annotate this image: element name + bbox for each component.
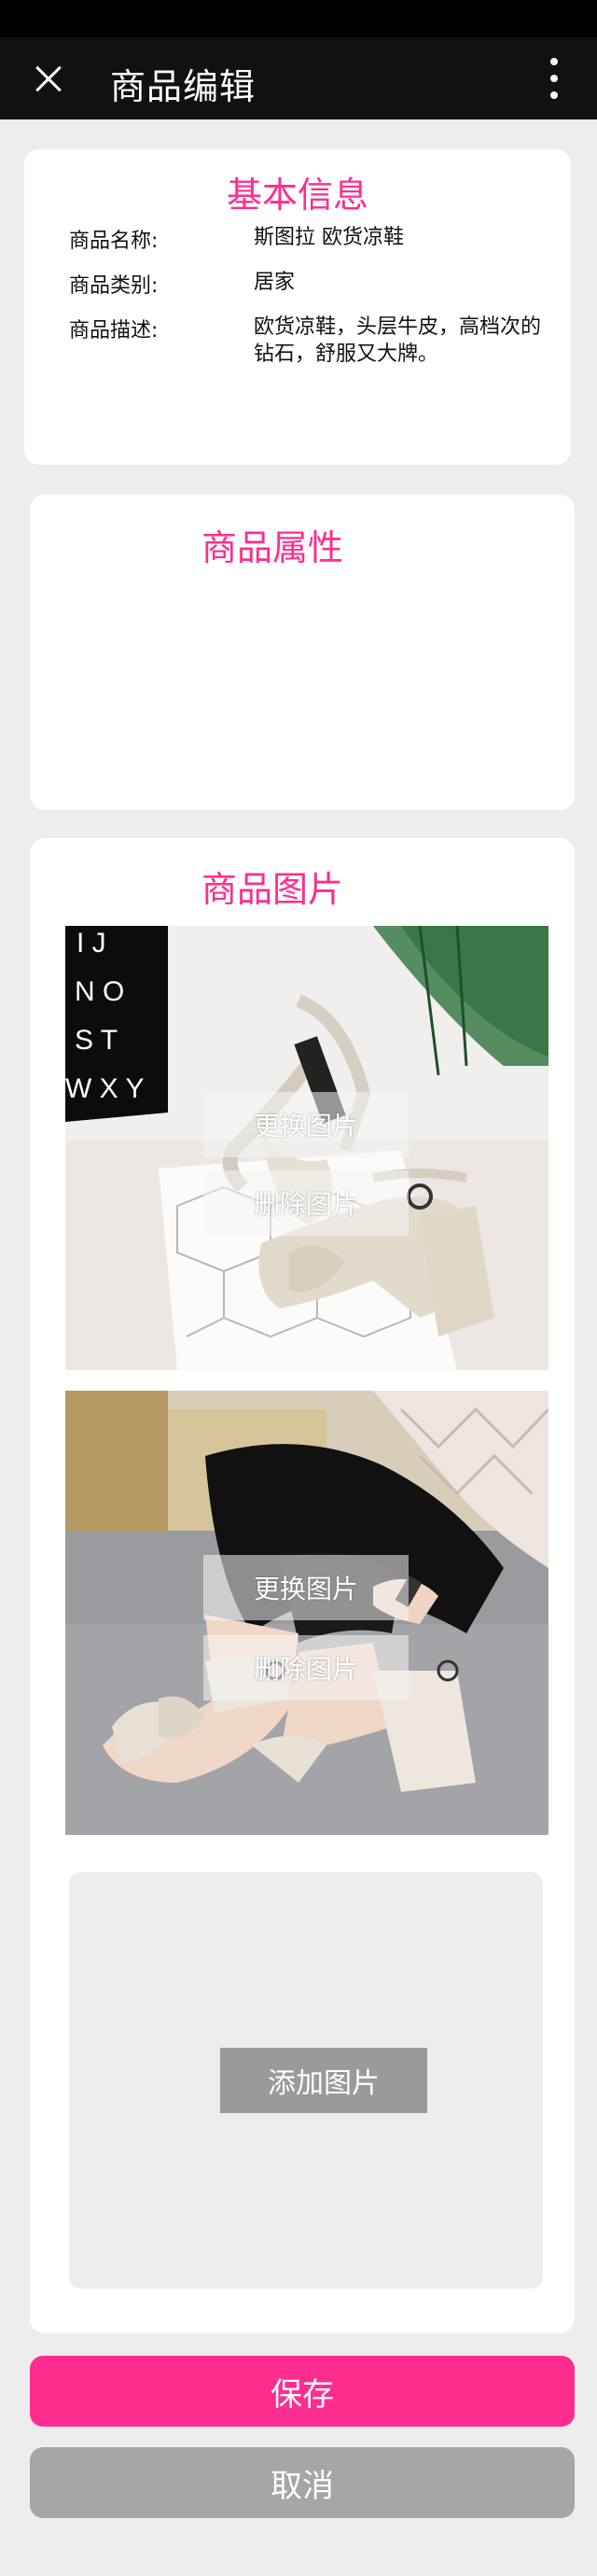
save-button[interactable]: 保存: [30, 2356, 575, 2427]
images-title: 商品图片: [201, 869, 343, 910]
replace-image-button-2[interactable]: 更换图片: [203, 1555, 409, 1620]
cancel-button[interactable]: 取消: [30, 2447, 575, 2518]
info-value: 欧货凉鞋，头层牛皮，高档次的钻石，舒服又大牌。: [254, 315, 542, 366]
page-title: 商品编辑: [110, 66, 257, 107]
svg-text:N O: N O: [75, 976, 124, 1007]
delete-image-button-2[interactable]: 删除图片: [203, 1635, 409, 1701]
product-photo-1: I J N O S T W X Y 更换图片 删除图片: [65, 926, 548, 1370]
delete-image-button-1[interactable]: 删除图片: [203, 1170, 409, 1236]
more-vertical-icon[interactable]: [541, 56, 567, 101]
more-dot: [550, 75, 558, 82]
info-label: 商品类别:: [69, 274, 159, 298]
info-label: 商品名称:: [69, 230, 159, 253]
attributes-title: 商品属性: [201, 527, 343, 568]
more-dot: [550, 58, 558, 65]
attributes-card: 商品属性: [30, 495, 575, 810]
info-value: 斯图拉 欧货凉鞋: [254, 226, 404, 249]
info-row-category: 商品类别: 居家: [69, 269, 552, 298]
images-card: 商品图片 I J N O S T W X Y 更换图片 删除图片 更换图片 删除…: [30, 838, 575, 2333]
info-row-name: 商品名称: 斯图拉 欧货凉鞋: [69, 224, 552, 253]
info-value: 居家: [254, 271, 296, 294]
info-label: 商品描述:: [69, 319, 159, 343]
add-image-button[interactable]: 添加图片: [220, 2048, 427, 2113]
svg-text:S T: S T: [75, 1025, 118, 1056]
close-icon[interactable]: [30, 60, 67, 97]
basic-info-card: 基本信息 商品名称: 斯图拉 欧货凉鞋 商品类别: 居家 商品描述: 欧货凉鞋，…: [24, 149, 571, 465]
add-image-zone[interactable]: 添加图片: [69, 1872, 543, 2289]
status-bar: [0, 0, 597, 37]
info-row-description: 商品描述: 欧货凉鞋，头层牛皮，高档次的钻石，舒服又大牌。: [69, 314, 552, 379]
product-photo-2: 更换图片 删除图片: [65, 1391, 548, 1835]
svg-text:W X Y: W X Y: [65, 1073, 144, 1104]
replace-image-button-1[interactable]: 更换图片: [203, 1092, 409, 1157]
more-dot: [550, 91, 558, 99]
app-bar: 商品编辑: [0, 37, 597, 119]
basic-info-title: 基本信息: [226, 175, 368, 216]
svg-text:I J: I J: [76, 928, 106, 959]
